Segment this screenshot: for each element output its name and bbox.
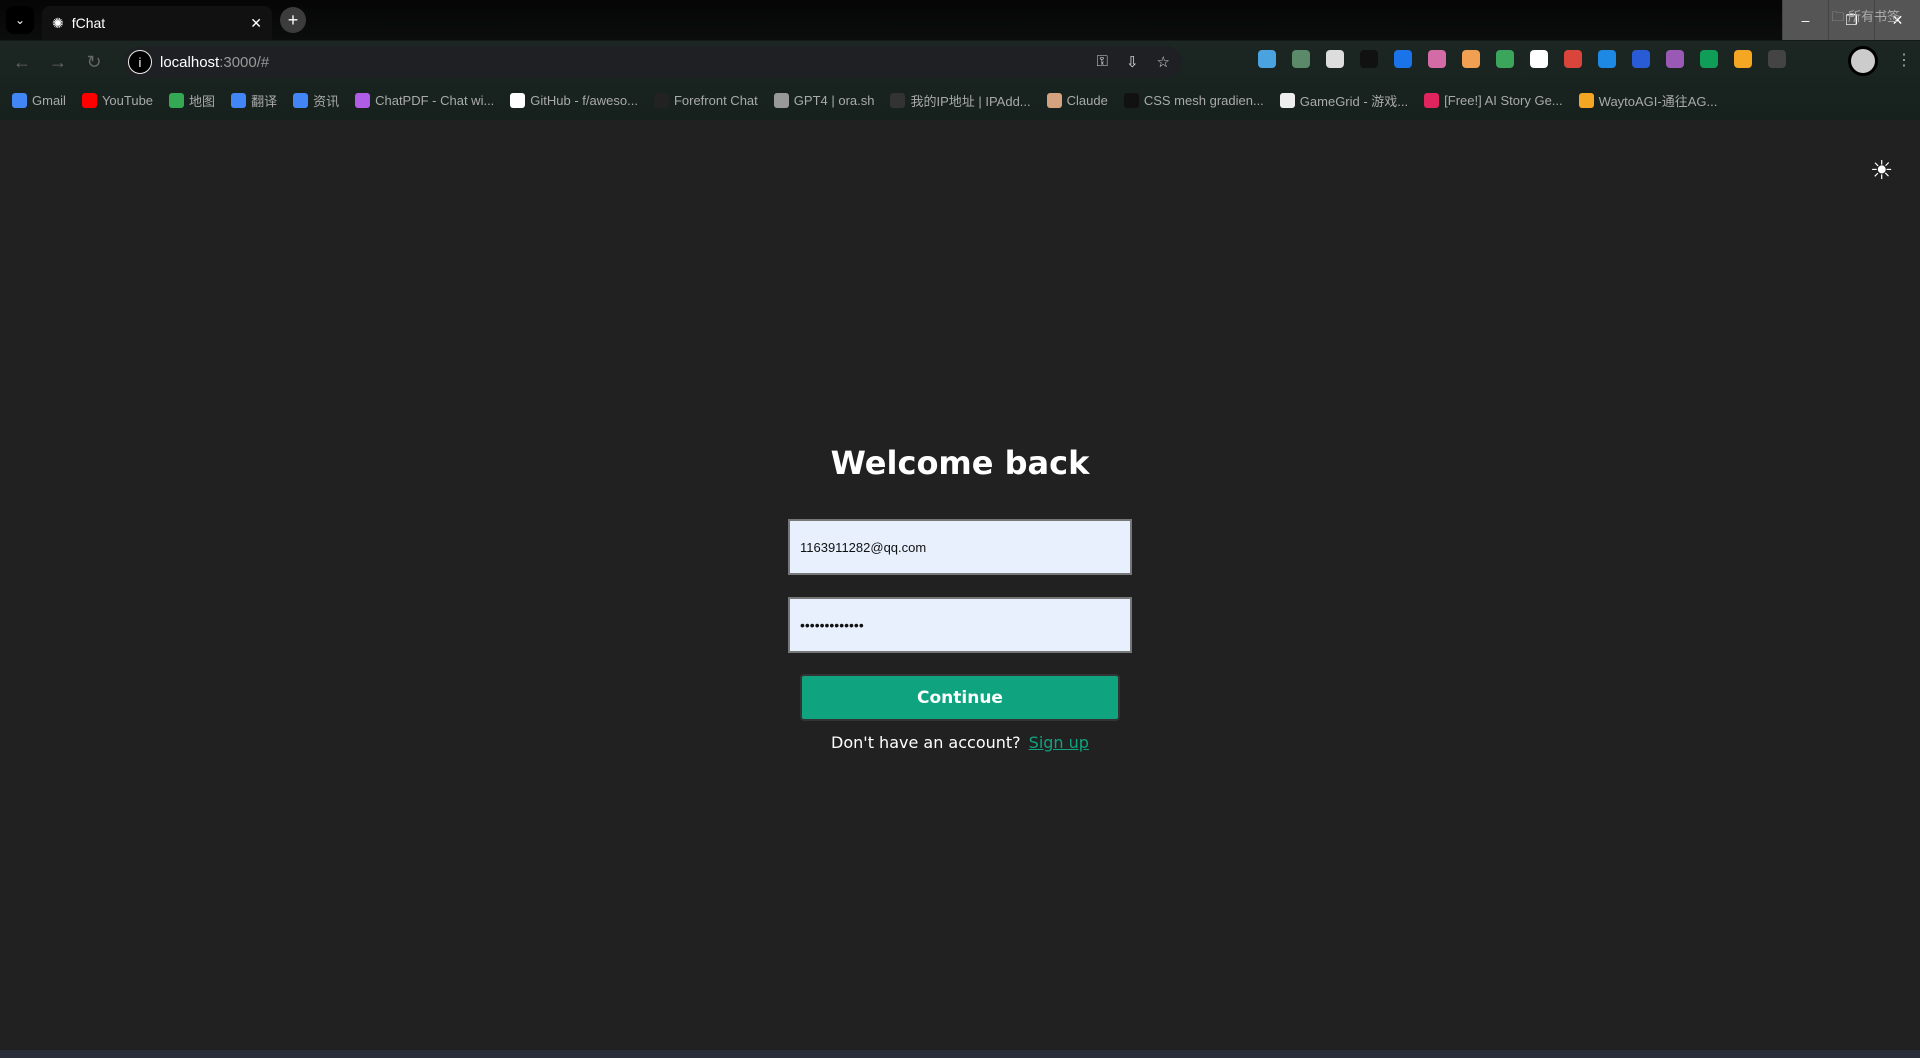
bookmark-favicon-icon [773, 92, 789, 108]
bookmark-item[interactable]: 地图 [169, 91, 215, 110]
minimize-button[interactable]: – [1782, 0, 1828, 40]
install-app-icon[interactable]: ⇩ [1126, 53, 1139, 71]
profile-avatar[interactable] [1848, 46, 1878, 76]
openai-logo-icon: ✺ [52, 14, 64, 31]
bookmark-label: Claude [1066, 92, 1108, 108]
bookmark-favicon-icon [293, 92, 309, 108]
bookmark-label: CSS mesh gradien... [1143, 92, 1264, 108]
tab-title: fChat [71, 15, 106, 31]
bookmark-favicon-icon [1123, 92, 1139, 108]
bookmark-favicon-icon [81, 92, 97, 108]
bookmark-label: 地图 [189, 93, 216, 109]
bookmark-favicon-icon [169, 92, 185, 108]
bookmark-item[interactable]: 我的IP地址 | IPAdd... [890, 91, 1031, 110]
forward-icon[interactable]: → [40, 52, 76, 73]
extension-icon[interactable] [1326, 50, 1344, 68]
bookmark-label: WaytoAGI-通往AG... [1598, 93, 1718, 109]
bookmark-label: 资讯 [313, 93, 340, 109]
tab-strip: ⌄ ✺ fChat ✕ + – ❐ ✕ [0, 0, 1920, 40]
bookmark-label: ChatPDF - Chat wi... [375, 92, 495, 108]
bookmark-favicon-icon [890, 92, 906, 108]
extension-icon[interactable] [1258, 50, 1276, 68]
url-path: :3000/# [219, 53, 270, 71]
email-input[interactable]: 1163911282@qq.com [788, 519, 1132, 575]
bookmark-item[interactable]: YouTube [81, 92, 154, 108]
extension-icon[interactable] [1292, 50, 1310, 68]
all-bookmarks[interactable]: 🗀 所有书签 [1831, 6, 1900, 30]
bookmark-item[interactable]: ChatPDF - Chat wi... [355, 92, 495, 108]
tab-fchat[interactable]: ✺ fChat ✕ [42, 6, 272, 40]
bookmark-item[interactable]: [Free!] AI Story Ge... [1424, 92, 1563, 108]
taskbar [0, 1050, 1920, 1058]
tab-search-button[interactable]: ⌄ [6, 6, 34, 34]
bookmark-item[interactable]: Forefront Chat [653, 92, 758, 108]
bookmark-item[interactable]: Gmail [12, 92, 66, 108]
bookmark-item[interactable]: GitHub - f/aweso... [510, 92, 638, 108]
bookmark-label: Gmail [32, 92, 66, 108]
extension-icon[interactable] [1360, 50, 1378, 68]
key-icon[interactable]: ⚿ [1097, 53, 1108, 71]
extension-icon[interactable] [1598, 50, 1616, 68]
reload-icon[interactable]: ↻ [76, 52, 112, 73]
toolbar: ← → ↻ i localhost:3000/# ⚿ ⇩ ☆ ⋮ [0, 42, 1920, 82]
bookmark-item[interactable]: 翻译 [231, 91, 277, 110]
bookmark-label: GitHub - f/aweso... [530, 92, 638, 108]
password-input[interactable]: ••••••••••••• [788, 597, 1132, 653]
extension-icon[interactable] [1734, 50, 1752, 68]
bookmark-label: YouTube [101, 92, 154, 108]
bookmark-label: 我的IP地址 | IPAdd... [910, 93, 1031, 109]
bookmark-favicon-icon [12, 92, 27, 108]
bookmark-favicon-icon [653, 92, 669, 108]
sign-up-link[interactable]: Sign up [1029, 733, 1089, 752]
close-tab-icon[interactable]: ✕ [250, 15, 262, 32]
extension-icon[interactable] [1666, 50, 1684, 68]
site-info-icon[interactable]: i [128, 50, 152, 74]
page-title: Welcome back [830, 444, 1090, 482]
menu-kebab-icon[interactable]: ⋮ [1896, 50, 1912, 70]
bookmark-label: GPT4 | ora.sh [793, 92, 875, 108]
extension-icon[interactable] [1564, 50, 1582, 68]
extension-icon[interactable] [1462, 50, 1480, 68]
extension-icon[interactable] [1632, 50, 1650, 68]
address-bar[interactable]: i localhost:3000/# ⚿ ⇩ ☆ [124, 46, 1182, 78]
bookmark-favicon-icon [1279, 92, 1295, 108]
new-tab-button[interactable]: + [280, 7, 306, 33]
bookmark-favicon-icon [231, 92, 247, 108]
extension-icon[interactable] [1768, 50, 1786, 68]
bookmark-favicon-icon [355, 92, 371, 108]
extension-icon[interactable] [1394, 50, 1412, 68]
bookmark-item[interactable]: WaytoAGI-通往AG... [1578, 91, 1718, 110]
email-value: 1163911282@qq.com [800, 539, 927, 555]
extensions-bar [1258, 50, 1786, 68]
bookmark-favicon-icon [1046, 92, 1062, 108]
folder-icon: 🗀 [1831, 9, 1848, 24]
bookmark-star-icon[interactable]: ☆ [1157, 53, 1170, 71]
extension-icon[interactable] [1530, 50, 1548, 68]
bookmark-label: 翻译 [251, 93, 278, 109]
bookmark-label: Forefront Chat [673, 92, 758, 108]
bookmark-item[interactable]: CSS mesh gradien... [1123, 92, 1264, 108]
browser-chrome: ⌄ ✺ fChat ✕ + – ❐ ✕ ← → ↻ i localhost:30… [0, 0, 1920, 120]
password-value: ••••••••••••• [800, 617, 864, 633]
theme-toggle-sun-icon[interactable]: ☀ [1870, 155, 1893, 186]
url-host: localhost [160, 53, 220, 71]
bookmark-item[interactable]: 资讯 [293, 91, 339, 110]
back-icon[interactable]: ← [4, 52, 40, 73]
extension-icon[interactable] [1700, 50, 1718, 68]
continue-button[interactable]: Continue [800, 674, 1120, 721]
bookmark-favicon-icon [510, 92, 526, 108]
no-account-text: Don't have an account? [831, 733, 1021, 752]
bookmark-item[interactable]: Claude [1046, 92, 1108, 108]
bookmark-label: [Free!] AI Story Ge... [1444, 92, 1563, 108]
signup-prompt: Don't have an account? Sign up [0, 733, 1920, 752]
extension-icon[interactable] [1496, 50, 1514, 68]
bookmark-favicon-icon [1578, 92, 1594, 108]
bookmark-label: GameGrid - 游戏... [1299, 93, 1409, 109]
bookmark-item[interactable]: GameGrid - 游戏... [1279, 91, 1409, 110]
bookmark-item[interactable]: GPT4 | ora.sh [773, 92, 875, 108]
bookmark-favicon-icon [1424, 92, 1440, 108]
bookmarks-bar: Gmail YouTube 地图 翻译 资讯 ChatPDF - Chat wi... Gi… [0, 86, 1920, 114]
extension-icon[interactable] [1428, 50, 1446, 68]
